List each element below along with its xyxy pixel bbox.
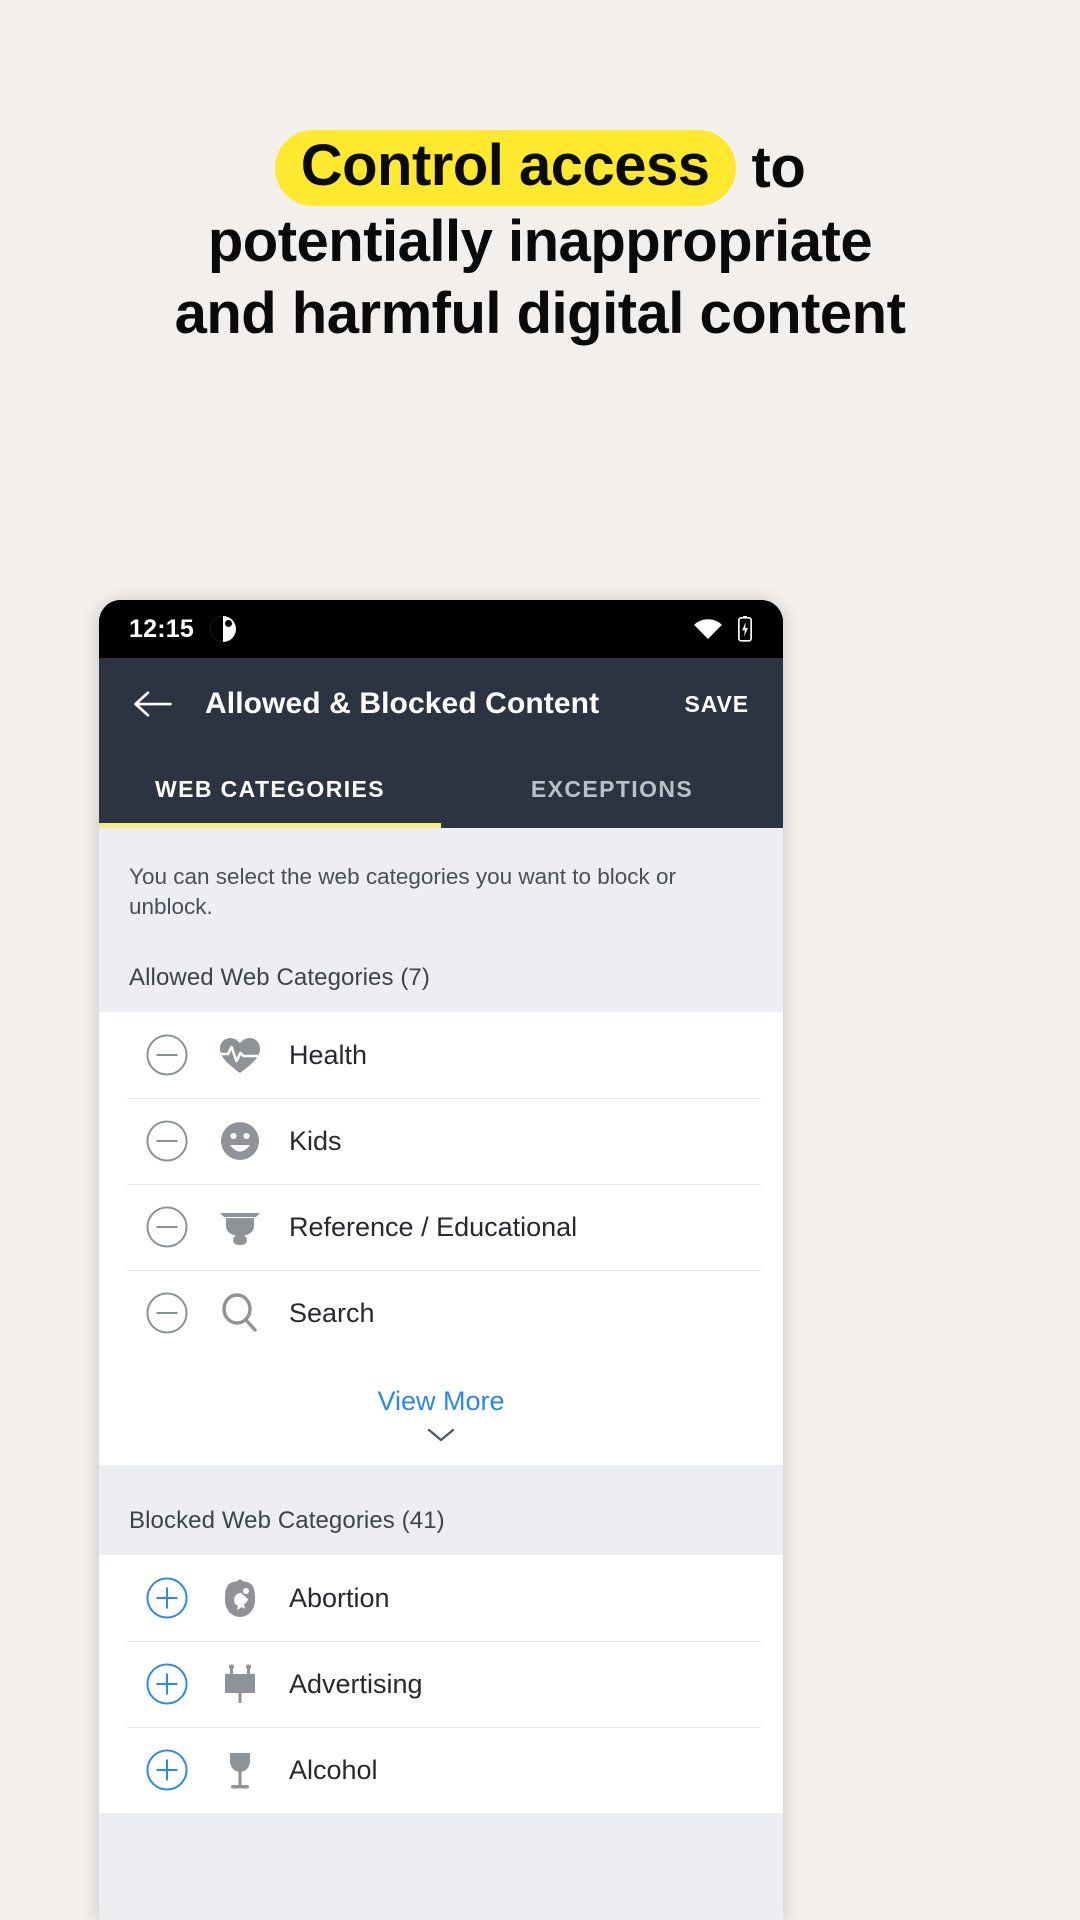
list-item[interactable]: Advertising (99, 1641, 783, 1727)
battery-icon (737, 616, 753, 642)
view-more-container[interactable]: View More (99, 1356, 783, 1465)
wifi-icon (693, 618, 723, 640)
category-label: Abortion (289, 1582, 390, 1613)
app-bar-title: Allowed & Blocked Content (205, 687, 600, 720)
list-item[interactable]: Health (99, 1012, 783, 1098)
category-label: Advertising (289, 1668, 423, 1699)
tab-web-categories[interactable]: WEB CATEGORIES (99, 750, 441, 828)
minus-circle-icon[interactable] (145, 1033, 189, 1077)
page-title: Control access to potentially inappropria… (0, 128, 1080, 350)
plus-circle-icon[interactable] (145, 1662, 189, 1706)
billboard-icon (217, 1661, 263, 1707)
category-label: Alcohol (289, 1754, 378, 1785)
magnifier-icon (217, 1290, 263, 1336)
allowed-categories-card: Health Kids Reference / Educational Sear… (99, 1012, 783, 1465)
headline-line-3: and harmful digital content (174, 280, 906, 346)
list-item[interactable]: Reference / Educational (99, 1184, 783, 1270)
view-more-button[interactable]: View More (377, 1386, 504, 1417)
phone-mockup: 12:15 Allowed & Blocked Content SAVE WEB… (99, 600, 783, 1920)
app-bar: Allowed & Blocked Content SAVE (99, 658, 783, 750)
allowed-section-header: Allowed Web Categories (7) (129, 964, 430, 991)
category-label: Kids (289, 1125, 342, 1156)
list-item[interactable]: Abortion (99, 1555, 783, 1641)
list-item[interactable]: Search (99, 1270, 783, 1356)
plus-circle-icon[interactable] (145, 1748, 189, 1792)
graduation-cap-icon (217, 1204, 263, 1250)
plus-circle-icon[interactable] (145, 1576, 189, 1620)
category-label: Health (289, 1039, 368, 1070)
blocked-section-header: Blocked Web Categories (41) (129, 1507, 445, 1534)
headline-line-1-tail: to (751, 134, 806, 200)
blocked-categories-card: Abortion Advertising Alcohol (99, 1555, 783, 1813)
minus-circle-icon[interactable] (145, 1291, 189, 1335)
list-item[interactable]: Kids (99, 1098, 783, 1184)
notification-dot-icon (209, 616, 236, 642)
category-label: Reference / Educational (289, 1211, 578, 1242)
list-item[interactable]: Alcohol (99, 1727, 783, 1813)
promo-screenshot: Control access to potentially inappropria… (0, 0, 1080, 1920)
headline-highlight: Control access (274, 129, 736, 206)
save-button[interactable]: SAVE (680, 683, 753, 726)
abortion-icon (217, 1575, 263, 1621)
headline-line-1: Control access to (0, 128, 1080, 206)
chevron-down-icon[interactable] (99, 1427, 783, 1443)
heart-pulse-icon (217, 1032, 263, 1078)
wine-glass-icon (217, 1747, 263, 1793)
status-bar: 12:15 (99, 600, 783, 658)
hint-text: You can select the web categories you wa… (129, 864, 676, 919)
status-bar-clock: 12:15 (129, 614, 194, 643)
minus-circle-icon[interactable] (145, 1119, 189, 1163)
status-bar-icons (693, 616, 753, 642)
tab-exceptions[interactable]: EXCEPTIONS (441, 750, 783, 828)
category-label: Search (289, 1297, 375, 1328)
smiley-face-icon (217, 1118, 263, 1164)
content-area: You can select the web categories you wa… (99, 828, 783, 1920)
tab-bar: WEB CATEGORIES EXCEPTIONS (99, 750, 783, 828)
arrow-left-icon[interactable] (129, 680, 177, 728)
minus-circle-icon[interactable] (145, 1205, 189, 1249)
headline-line-2: potentially inappropriate (207, 208, 873, 274)
